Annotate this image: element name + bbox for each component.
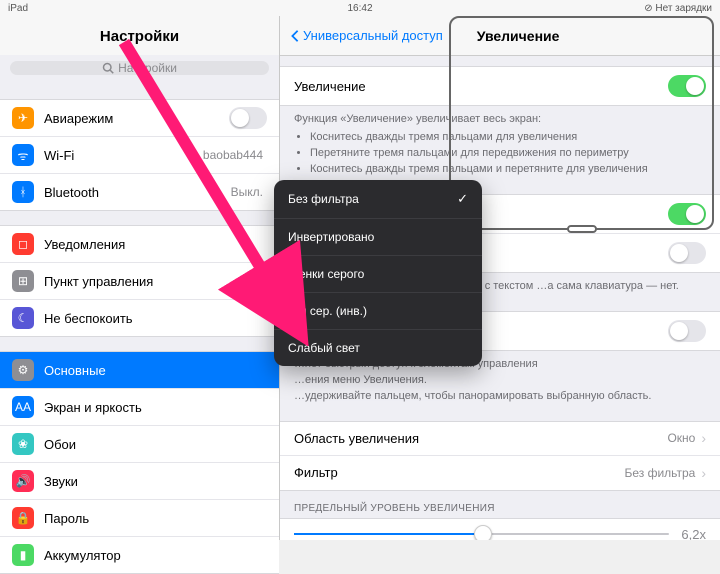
airplane-icon: ✈	[12, 107, 34, 129]
sidebar-item-Уведомления[interactable]: ◻ Уведомления	[0, 226, 279, 263]
sidebar-item-Wi-Fi[interactable]: ᯤWi-Fibaobab444	[0, 137, 279, 174]
settings-sidebar: Настройки Настройки ✈АвиарежимᯤWi-Fibaob…	[0, 16, 280, 540]
search-input[interactable]: Настройки	[10, 61, 269, 75]
wifi-icon: ᯤ	[12, 144, 34, 166]
filter-option[interactable]: нки сер. (инв.)	[274, 293, 482, 330]
status-battery: ⊘ Нет зарядки	[644, 3, 712, 14]
page-title: Увеличение	[477, 28, 560, 44]
sidebar-item-Обои[interactable]: ❀ Обои	[0, 426, 279, 463]
max-zoom-header: ПРЕДЕЛЬНЫЙ УРОВЕНЬ УВЕЛИЧЕНИЯ	[280, 491, 720, 518]
sidebar-item-Экран и яркость[interactable]: AA Экран и яркость	[0, 389, 279, 426]
row4-toggle[interactable]	[668, 320, 706, 342]
filter-option[interactable]: Слабый свет	[274, 330, 482, 366]
zoom-help: Функция «Увеличение» увеличивает весь эк…	[280, 106, 720, 184]
sidebar-item-label: Основные	[44, 363, 267, 378]
filter-popup[interactable]: Без фильтра✓Инвертированоттенки серогонк…	[274, 180, 482, 366]
sidebar-item-label: Не беспокоить	[44, 311, 267, 326]
zoom-region-row[interactable]: Область увеличения Окно ›	[280, 422, 720, 456]
status-device: iPad	[8, 3, 28, 14]
back-button[interactable]: Универсальный доступ	[290, 28, 443, 43]
passcode-icon: 🔒	[12, 507, 34, 529]
nav-header: Универсальный доступ Увеличение	[280, 16, 720, 56]
search-icon	[102, 62, 114, 74]
sidebar-item-Авиарежим[interactable]: ✈ Авиарежим	[0, 100, 279, 137]
display-icon: AA	[12, 396, 34, 418]
sidebar-item-Пароль[interactable]: 🔒 Пароль	[0, 500, 279, 537]
sidebar-item-Аккумулятор[interactable]: ▮ Аккумулятор	[0, 537, 279, 573]
chevron-left-icon	[290, 29, 300, 43]
max-zoom-slider[interactable]: 6,2x	[280, 518, 720, 541]
sidebar-item-Основные[interactable]: ⚙ Основные	[0, 352, 279, 389]
status-bar: iPad 16:42 ⊘ Нет зарядки	[0, 0, 720, 16]
general-icon: ⚙	[12, 359, 34, 381]
sidebar-item-Звуки[interactable]: 🔊 Звуки	[0, 463, 279, 500]
sidebar-title: Настройки	[0, 16, 279, 55]
sidebar-item-label: Экран и яркость	[44, 400, 267, 415]
sounds-icon: 🔊	[12, 470, 34, 492]
status-time: 16:42	[347, 3, 372, 14]
check-icon: ✓	[457, 191, 468, 207]
sidebar-item-label: Пункт управления	[44, 274, 267, 289]
chevron-right-icon: ›	[701, 465, 706, 481]
toggle[interactable]	[229, 107, 267, 129]
search-placeholder: Настройки	[118, 61, 177, 75]
follow-focus-toggle[interactable]	[668, 203, 706, 225]
wallpaper-icon: ❀	[12, 433, 34, 455]
zoom-toggle[interactable]	[668, 75, 706, 97]
sidebar-item-label: Bluetooth	[44, 185, 231, 200]
filter-option[interactable]: Инвертировано	[274, 219, 482, 256]
sidebar-item-label: Обои	[44, 437, 267, 452]
controlcenter-icon: ⊞	[12, 270, 34, 292]
zoom-row[interactable]: Увеличение	[280, 67, 720, 105]
row3-toggle[interactable]	[668, 242, 706, 264]
sidebar-item-Bluetooth[interactable]: ᚼBluetoothВыкл.	[0, 174, 279, 210]
sidebar-item-label: Уведомления	[44, 237, 267, 252]
sidebar-item-label: Аккумулятор	[44, 548, 267, 563]
sidebar-item-Не беспокоить[interactable]: ☾ Не беспокоить	[0, 300, 279, 336]
sidebar-item-label: Авиарежим	[44, 111, 229, 126]
sidebar-item-Пункт управления[interactable]: ⊞ Пункт управления	[0, 263, 279, 300]
battery-icon: ▮	[12, 544, 34, 566]
sidebar-item-label: Звуки	[44, 474, 267, 489]
dnd-icon: ☾	[12, 307, 34, 329]
filter-option[interactable]: Без фильтра✓	[274, 180, 482, 219]
bluetooth-icon: ᚼ	[12, 181, 34, 203]
chevron-right-icon: ›	[701, 430, 706, 446]
notifications-icon: ◻	[12, 233, 34, 255]
sidebar-item-label: Пароль	[44, 511, 267, 526]
sidebar-item-label: Wi-Fi	[44, 148, 203, 163]
filter-option[interactable]: ттенки серого	[274, 256, 482, 293]
filter-row[interactable]: Фильтр Без фильтра ›	[280, 456, 720, 490]
